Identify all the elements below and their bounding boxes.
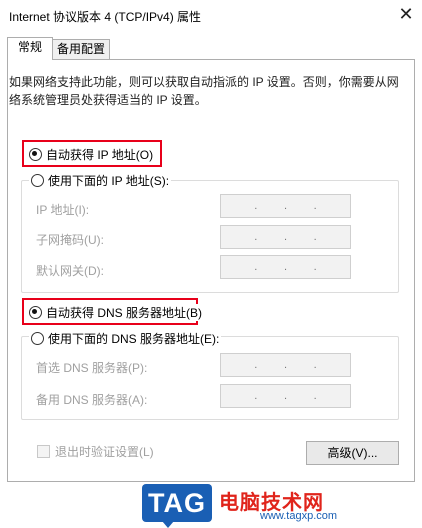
auto-dns-label: 自动获得 DNS 服务器地址(B) — [46, 306, 203, 320]
watermark: TAG 电脑技术网 www.tagxp.com — [142, 484, 422, 528]
tab-alternate-config[interactable]: 备用配置 — [52, 39, 110, 60]
close-button[interactable]: ✕ — [392, 1, 420, 27]
tab-general[interactable]: 常规 — [7, 37, 53, 60]
validate-on-exit-checkbox[interactable]: 退出时验证设置(L) — [37, 443, 154, 460]
advanced-button[interactable]: 高级(V)... — [306, 441, 399, 465]
auto-ip-label: 自动获得 IP 地址(O) — [46, 148, 154, 162]
ip-address-label: IP 地址(I): — [36, 203, 90, 217]
default-gateway-label: 默认网关(D): — [36, 264, 104, 278]
auto-dns-radio[interactable]: 自动获得 DNS 服务器地址(B) — [27, 304, 205, 321]
subnet-mask-label: 子网掩码(U): — [36, 233, 104, 247]
radio-selected-icon — [29, 148, 42, 161]
description-text: 如果网络支持此功能，则可以获取自动指派的 IP 设置。否则，你需要从网络系统管理… — [9, 75, 399, 107]
alternate-dns-input[interactable]: ... — [220, 384, 351, 408]
radio-unselected-icon — [31, 174, 44, 187]
tag-logo: TAG — [142, 484, 212, 528]
ip-address-input[interactable]: ... — [220, 194, 351, 218]
manual-ip-radio[interactable]: 使用下面的 IP 地址(S): — [29, 172, 172, 189]
auto-ip-radio[interactable]: 自动获得 IP 地址(O) — [27, 146, 156, 163]
manual-dns-radio[interactable]: 使用下面的 DNS 服务器地址(E): — [29, 330, 222, 347]
subnet-mask-input[interactable]: ... — [220, 225, 351, 249]
preferred-dns-input[interactable]: ... — [220, 353, 351, 377]
radio-selected-icon — [29, 306, 42, 319]
checkbox-icon — [37, 445, 50, 458]
window-title: Internet 协议版本 4 (TCP/IPv4) 属性 — [9, 10, 202, 24]
validate-on-exit-label: 退出时验证设置(L) — [55, 445, 154, 459]
manual-ip-label: 使用下面的 IP 地址(S): — [48, 174, 170, 188]
alternate-dns-label: 备用 DNS 服务器(A): — [36, 393, 148, 407]
radio-unselected-icon — [31, 332, 44, 345]
manual-dns-label: 使用下面的 DNS 服务器地址(E): — [48, 332, 220, 346]
preferred-dns-label: 首选 DNS 服务器(P): — [36, 361, 148, 375]
close-icon: ✕ — [398, 4, 414, 24]
default-gateway-input[interactable]: ... — [220, 255, 351, 279]
watermark-url: www.tagxp.com — [260, 510, 338, 522]
